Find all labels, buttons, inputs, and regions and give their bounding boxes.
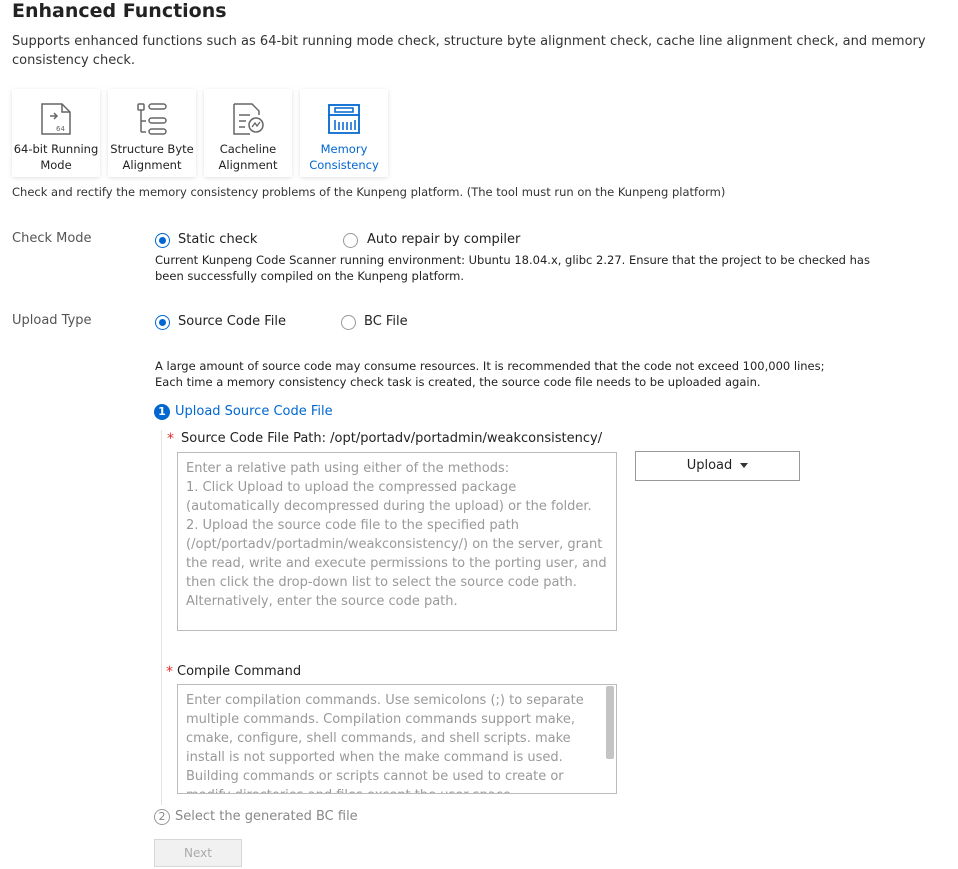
card-structure-byte-alignment[interactable]: Structure Byte Alignment: [108, 89, 196, 177]
chevron-down-icon: [740, 463, 749, 468]
radio-source-code-file-label[interactable]: Source Code File: [178, 314, 286, 329]
step-connector: [161, 430, 162, 805]
upload-type-label: Upload Type: [12, 313, 92, 328]
radio-static-check-label[interactable]: Static check: [178, 232, 257, 247]
step-2-label: Select the generated BC file: [175, 809, 358, 824]
scrollbar-thumb[interactable]: [606, 686, 614, 759]
step-2-badge: 2: [154, 809, 170, 825]
check-mode-note: Current Kunpeng Code Scanner running env…: [155, 253, 870, 283]
card-label: Structure Byte Alignment: [110, 142, 194, 172]
card-64bit-running-mode[interactable]: 64 64-bit Running Mode: [12, 89, 100, 177]
card-label: 64-bit Running Mode: [13, 142, 99, 172]
card-memory-consistency[interactable]: Memory Consistency: [300, 89, 388, 177]
compile-command-label: Compile Command: [177, 664, 302, 679]
function-hint: Check and rectify the memory consistency…: [12, 185, 726, 199]
cacheline-doc-icon: [233, 103, 264, 135]
card-label: Cacheline Alignment: [218, 142, 278, 172]
required-mark: *: [167, 431, 174, 447]
upload-type-note: A large amount of source code may consum…: [155, 359, 825, 389]
page-description: Supports enhanced functions such as 64-b…: [12, 34, 926, 68]
upload-button-label: Upload: [686, 458, 733, 473]
next-button[interactable]: Next: [154, 839, 242, 867]
required-mark: *: [166, 664, 173, 680]
upload-button[interactable]: Upload: [635, 451, 800, 481]
compile-command-input[interactable]: [177, 684, 617, 794]
64bit-file-icon: 64: [41, 103, 71, 135]
step-1-label: Upload Source Code File: [175, 404, 333, 419]
structure-list-icon: [137, 103, 167, 135]
radio-bc-file[interactable]: [341, 315, 356, 330]
radio-auto-repair-label[interactable]: Auto repair by compiler: [367, 232, 520, 247]
source-path-input[interactable]: [177, 452, 617, 631]
source-path-label: Source Code File Path: /opt/portadv/port…: [181, 431, 603, 446]
step-1-badge: 1: [154, 404, 170, 420]
svg-text:64: 64: [56, 125, 65, 133]
card-cacheline-alignment[interactable]: Cacheline Alignment: [204, 89, 292, 177]
memory-chip-icon: [328, 104, 360, 134]
radio-static-check[interactable]: [155, 233, 170, 248]
page-title: Enhanced Functions: [12, 0, 227, 22]
radio-source-code-file[interactable]: [155, 315, 170, 330]
radio-bc-file-label[interactable]: BC File: [364, 314, 408, 329]
check-mode-label: Check Mode: [12, 231, 92, 246]
card-label: Memory Consistency: [309, 142, 379, 172]
radio-auto-repair[interactable]: [343, 233, 358, 248]
